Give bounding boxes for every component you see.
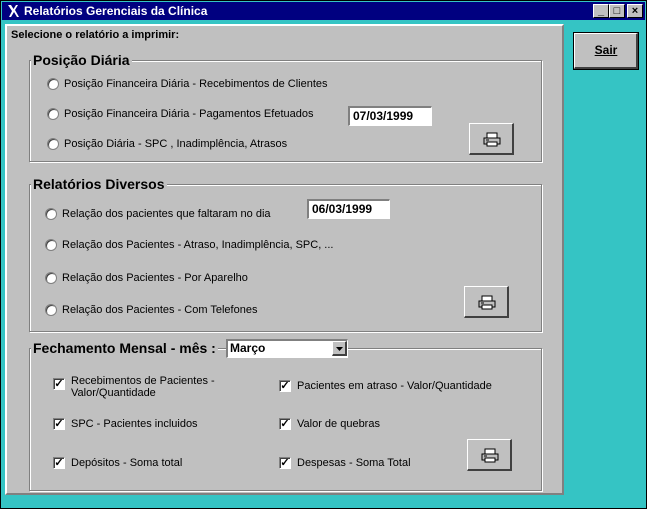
diversos-date-field[interactable]: 06/03/1999	[307, 199, 390, 219]
check-depositos-label[interactable]: Depósitos - Soma total	[71, 457, 182, 469]
radio-posicao-recebimentos-label[interactable]: Posição Financeira Diária - Recebimentos…	[64, 78, 328, 90]
check-pacientes-atraso-label[interactable]: Pacientes em atraso - Valor/Quantidade	[297, 380, 492, 392]
radio-atraso[interactable]	[45, 239, 57, 251]
month-select-value: Março	[230, 341, 266, 355]
check-depositos[interactable]: ✓	[53, 457, 65, 469]
fechamento-mensal-legend: Fechamento Mensal - mês :	[31, 340, 218, 356]
posicao-diaria-legend: Posição Diária	[31, 52, 132, 68]
app-icon	[8, 5, 19, 17]
close-icon: ×	[631, 5, 639, 17]
minimize-icon: _	[597, 5, 605, 17]
minimize-button[interactable]: _	[593, 4, 609, 18]
sair-button-label: Sair	[594, 43, 618, 57]
printer-icon	[481, 448, 499, 463]
posicao-date-field[interactable]: 07/03/1999	[348, 106, 432, 126]
maximize-icon: □	[613, 5, 621, 17]
radio-posicao-spc-label[interactable]: Posição Diária - SPC , Inadimplência, At…	[64, 138, 287, 150]
printer-icon	[483, 132, 501, 147]
check-pacientes-atraso[interactable]: ✓	[279, 380, 291, 392]
radio-posicao-recebimentos[interactable]	[47, 78, 59, 90]
print-fechamento-button[interactable]	[467, 439, 512, 471]
sair-button[interactable]: Sair	[573, 32, 639, 70]
maximize-button[interactable]: □	[609, 4, 625, 18]
chevron-down-icon	[336, 347, 343, 351]
window-title: Relatórios Gerenciais da Clínica	[24, 4, 208, 18]
radio-faltaram[interactable]	[45, 208, 57, 220]
month-select[interactable]: Março	[226, 339, 348, 358]
check-recebimentos-label-line1[interactable]: Recebimentos de Pacientes -	[71, 375, 215, 387]
radio-telefones-label[interactable]: Relação dos Pacientes - Com Telefones	[62, 304, 257, 316]
check-spc[interactable]: ✓	[53, 418, 65, 430]
radio-posicao-pagamentos[interactable]	[47, 108, 59, 120]
title-bar[interactable]: Relatórios Gerenciais da Clínica _ □ ×	[2, 2, 645, 20]
printer-icon	[478, 295, 496, 310]
check-recebimentos[interactable]: ✓	[53, 378, 65, 390]
radio-telefones[interactable]	[45, 304, 57, 316]
check-quebras-label[interactable]: Valor de quebras	[297, 418, 380, 430]
close-button[interactable]: ×	[627, 4, 643, 18]
radio-atraso-label[interactable]: Relação dos Pacientes - Atraso, Inadimpl…	[62, 239, 333, 251]
app-window: Relatórios Gerenciais da Clínica _ □ × S…	[0, 0, 647, 509]
check-recebimentos-label-line2[interactable]: Valor/Quantidade	[71, 387, 156, 399]
report-panel: Selecione o relatório a imprimir: Posiçã…	[5, 24, 564, 495]
radio-aparelho[interactable]	[45, 272, 57, 284]
radio-aparelho-label[interactable]: Relação dos Pacientes - Por Aparelho	[62, 272, 248, 284]
check-spc-label[interactable]: SPC - Pacientes incluidos	[71, 418, 198, 430]
month-select-dropdown-button[interactable]	[332, 341, 347, 356]
print-posicao-button[interactable]	[469, 123, 514, 155]
relatorios-diversos-legend: Relatórios Diversos	[31, 176, 167, 192]
check-despesas[interactable]: ✓	[279, 457, 291, 469]
panel-prompt: Selecione o relatório a imprimir:	[11, 29, 180, 41]
check-quebras[interactable]: ✓	[279, 418, 291, 430]
radio-posicao-spc[interactable]	[47, 138, 59, 150]
radio-posicao-pagamentos-label[interactable]: Posição Financeira Diária - Pagamentos E…	[64, 108, 313, 120]
print-diversos-button[interactable]	[464, 286, 509, 318]
check-despesas-label[interactable]: Despesas - Soma Total	[297, 457, 411, 469]
radio-faltaram-label[interactable]: Relação dos pacientes que faltaram no di…	[62, 208, 271, 220]
